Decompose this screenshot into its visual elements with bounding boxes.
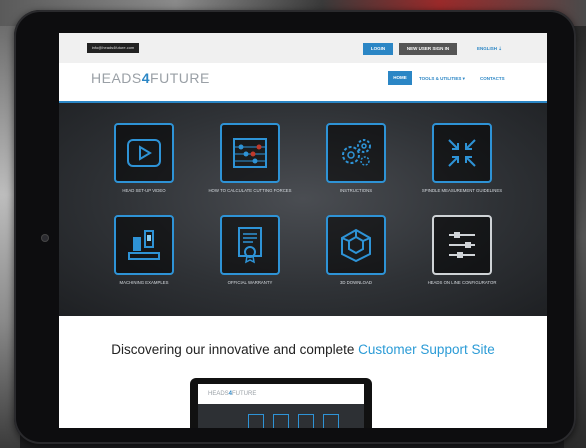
support-tiles-section: HEAD SET-UP VIDEO HOW TO CALCULATE CUTTI…: [59, 103, 547, 316]
cube-icon: [326, 215, 386, 275]
tile-heads-online-configurator[interactable]: HEADS ON LINE CONFIGURATOR: [412, 215, 512, 286]
tile-3d-download[interactable]: 3D DOWNLOAD: [306, 215, 406, 286]
email-link[interactable]: info@heads4future.com: [87, 43, 139, 53]
tile-label: 3D DOWNLOAD: [340, 280, 372, 285]
logo-text-heads: HEADS: [91, 70, 142, 86]
tile-instructions[interactable]: INSTRUCTIONS: [306, 123, 406, 194]
nav-tools-utilities[interactable]: TOOLS & UTILITIES ▾: [419, 76, 465, 82]
tile-cutting-forces[interactable]: HOW TO CALCULATE CUTTING FORCES: [200, 123, 300, 194]
laptop-mini-tile: [298, 414, 314, 428]
login-button[interactable]: LOGIN: [363, 43, 393, 55]
laptop-mini-tile: [273, 414, 289, 428]
laptop-logo: HEADS4FUTURE: [208, 391, 256, 397]
tile-label: OFFICIAL WARRANTY: [227, 280, 273, 285]
tablet-camera: [41, 234, 49, 242]
play-video-icon: [114, 123, 174, 183]
utility-bar: info@heads4future.com LOGIN NEW USER SIG…: [59, 33, 547, 63]
language-selector[interactable]: ENGLISH ⇣: [477, 46, 502, 52]
tile-label: HOW TO CALCULATE CUTTING FORCES: [208, 188, 292, 193]
machine-icon: [114, 215, 174, 275]
laptop-mini-tile: [248, 414, 264, 428]
laptop-mini-tile: [323, 414, 339, 428]
tile-label: INSTRUCTIONS: [339, 188, 373, 193]
tile-official-warranty[interactable]: OFFICIAL WARRANTY: [200, 215, 300, 286]
laptop-screen: HEADS4FUTURE: [198, 384, 364, 428]
logo-text-four: 4: [141, 70, 151, 86]
abacus-icon: [220, 123, 280, 183]
certificate-icon: [220, 215, 280, 275]
site-logo[interactable]: HEADS4FUTURE: [91, 70, 210, 86]
laptop-preview-image: HEADS4FUTURE: [190, 378, 372, 428]
laptop-logo-heads: HEADS: [208, 391, 229, 397]
new-user-sign-in-button[interactable]: NEW USER SIGN IN: [399, 43, 457, 55]
tile-machining-examples[interactable]: MACHINING EXAMPLES: [94, 215, 194, 286]
tile-head-setup-video[interactable]: HEAD SET-UP VIDEO: [94, 123, 194, 194]
headline-accent: Customer Support Site: [358, 342, 495, 357]
sliders-icon: [432, 215, 492, 275]
arrows-inward-icon: [432, 123, 492, 183]
logo-text-future: FUTURE: [150, 70, 210, 86]
tile-spindle-measurement[interactable]: SPINDLE MEASUREMENT GUIDELINES: [412, 123, 512, 194]
laptop-logo-future: FUTURE: [232, 391, 257, 397]
tile-label: HEADS ON LINE CONFIGURATOR: [427, 280, 497, 285]
tile-label: SPINDLE MEASUREMENT GUIDELINES: [421, 188, 503, 193]
nav-home[interactable]: HOME: [388, 71, 412, 85]
support-site-headline: Discovering our innovative and complete …: [59, 342, 547, 357]
headline-prefix: Discovering our innovative and complete: [111, 342, 359, 357]
tablet-screen: info@heads4future.com LOGIN NEW USER SIG…: [59, 33, 547, 428]
tile-label: HEAD SET-UP VIDEO: [122, 188, 166, 193]
tile-label: MACHINING EXAMPLES: [119, 280, 169, 285]
gears-icon: [326, 123, 386, 183]
nav-contacts[interactable]: CONTACTS: [480, 76, 505, 81]
